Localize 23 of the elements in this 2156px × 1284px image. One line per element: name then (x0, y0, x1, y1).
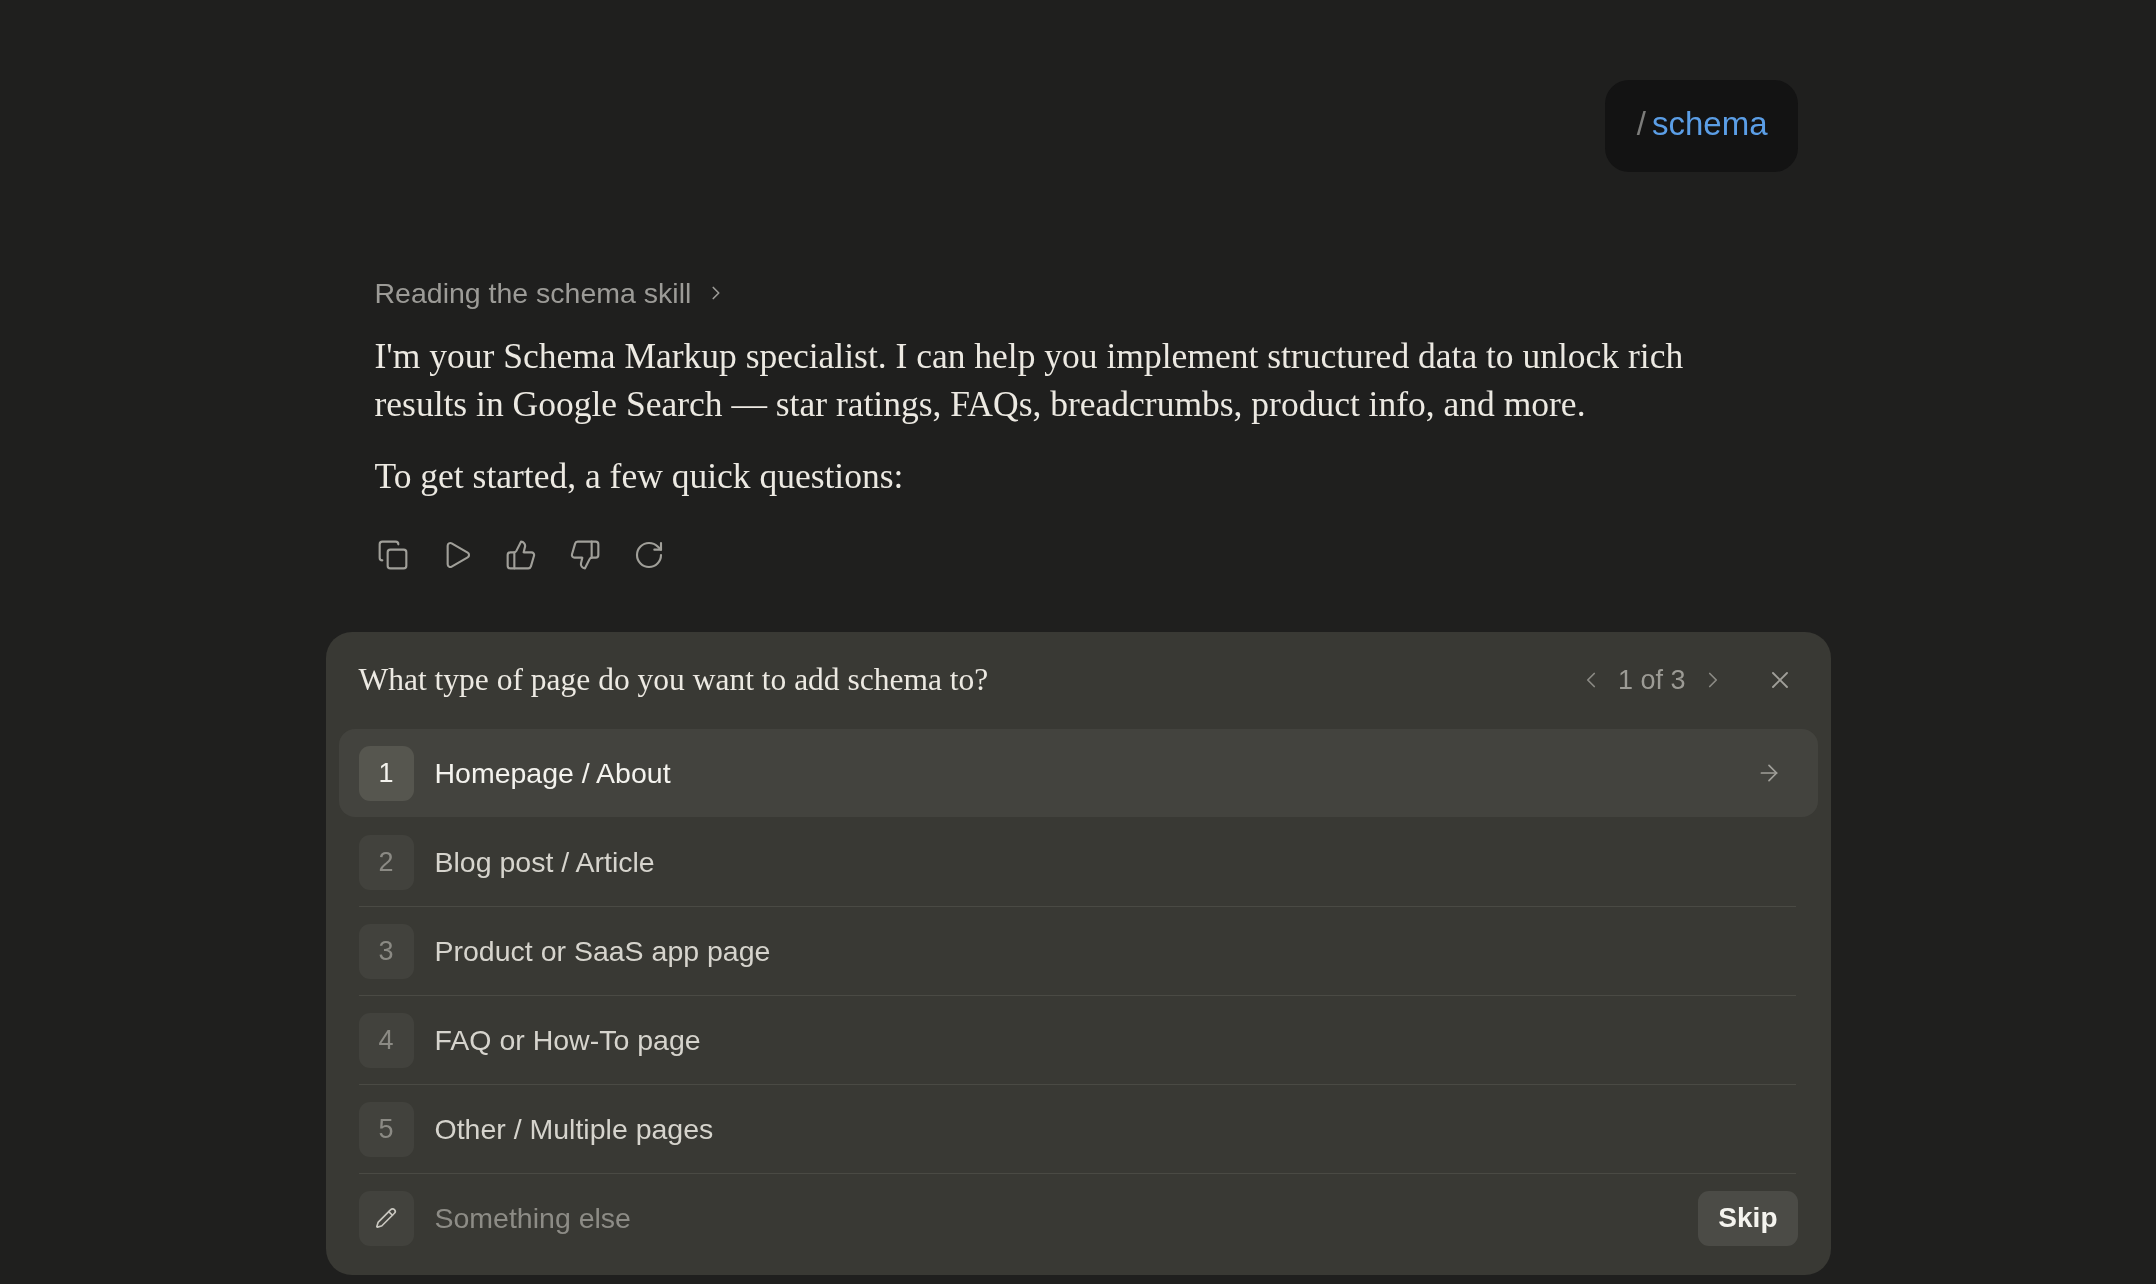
option-number: 5 (358, 1101, 414, 1157)
thumbs-down-icon[interactable] (568, 539, 601, 571)
question-text: What type of page do you want to add schema to? (358, 662, 989, 698)
option-number: 1 (358, 745, 414, 801)
answer-input[interactable]: Something else (434, 1190, 1678, 1246)
message-paragraph: I'm your Schema Markup specialist. I can help you implement structured data to unlock rich results in Google Search — star ratings, FAQs, breadcrumbs, product info, and more. (374, 335, 1685, 426)
option-item[interactable]: 1 Homepage / About (338, 729, 1818, 817)
skill-status-button[interactable]: Reading the schema skill (374, 275, 728, 311)
option-item[interactable]: 2 Blog post / Article (338, 818, 1818, 906)
copy-icon[interactable] (376, 539, 409, 571)
skip-button[interactable]: Skip (1698, 1190, 1798, 1246)
command-name: schema (1651, 105, 1768, 143)
option-number: 2 (358, 834, 414, 890)
pager-text: 1 of 3 (1617, 664, 1686, 696)
slash-mark: / (1636, 105, 1646, 143)
message-paragraph: To get started, a few quick questions: (374, 455, 905, 498)
option-item[interactable]: 3 Product or SaaS app page (338, 907, 1818, 995)
option-number: 3 (358, 923, 414, 979)
option-number: 4 (358, 1012, 414, 1068)
pencil-icon (358, 1190, 414, 1246)
option-item[interactable]: 5 Other / Multiple pages (338, 1085, 1818, 1173)
thumbs-up-icon[interactable] (504, 539, 537, 571)
option-item[interactable]: 4 FAQ or How-To page (338, 996, 1818, 1084)
